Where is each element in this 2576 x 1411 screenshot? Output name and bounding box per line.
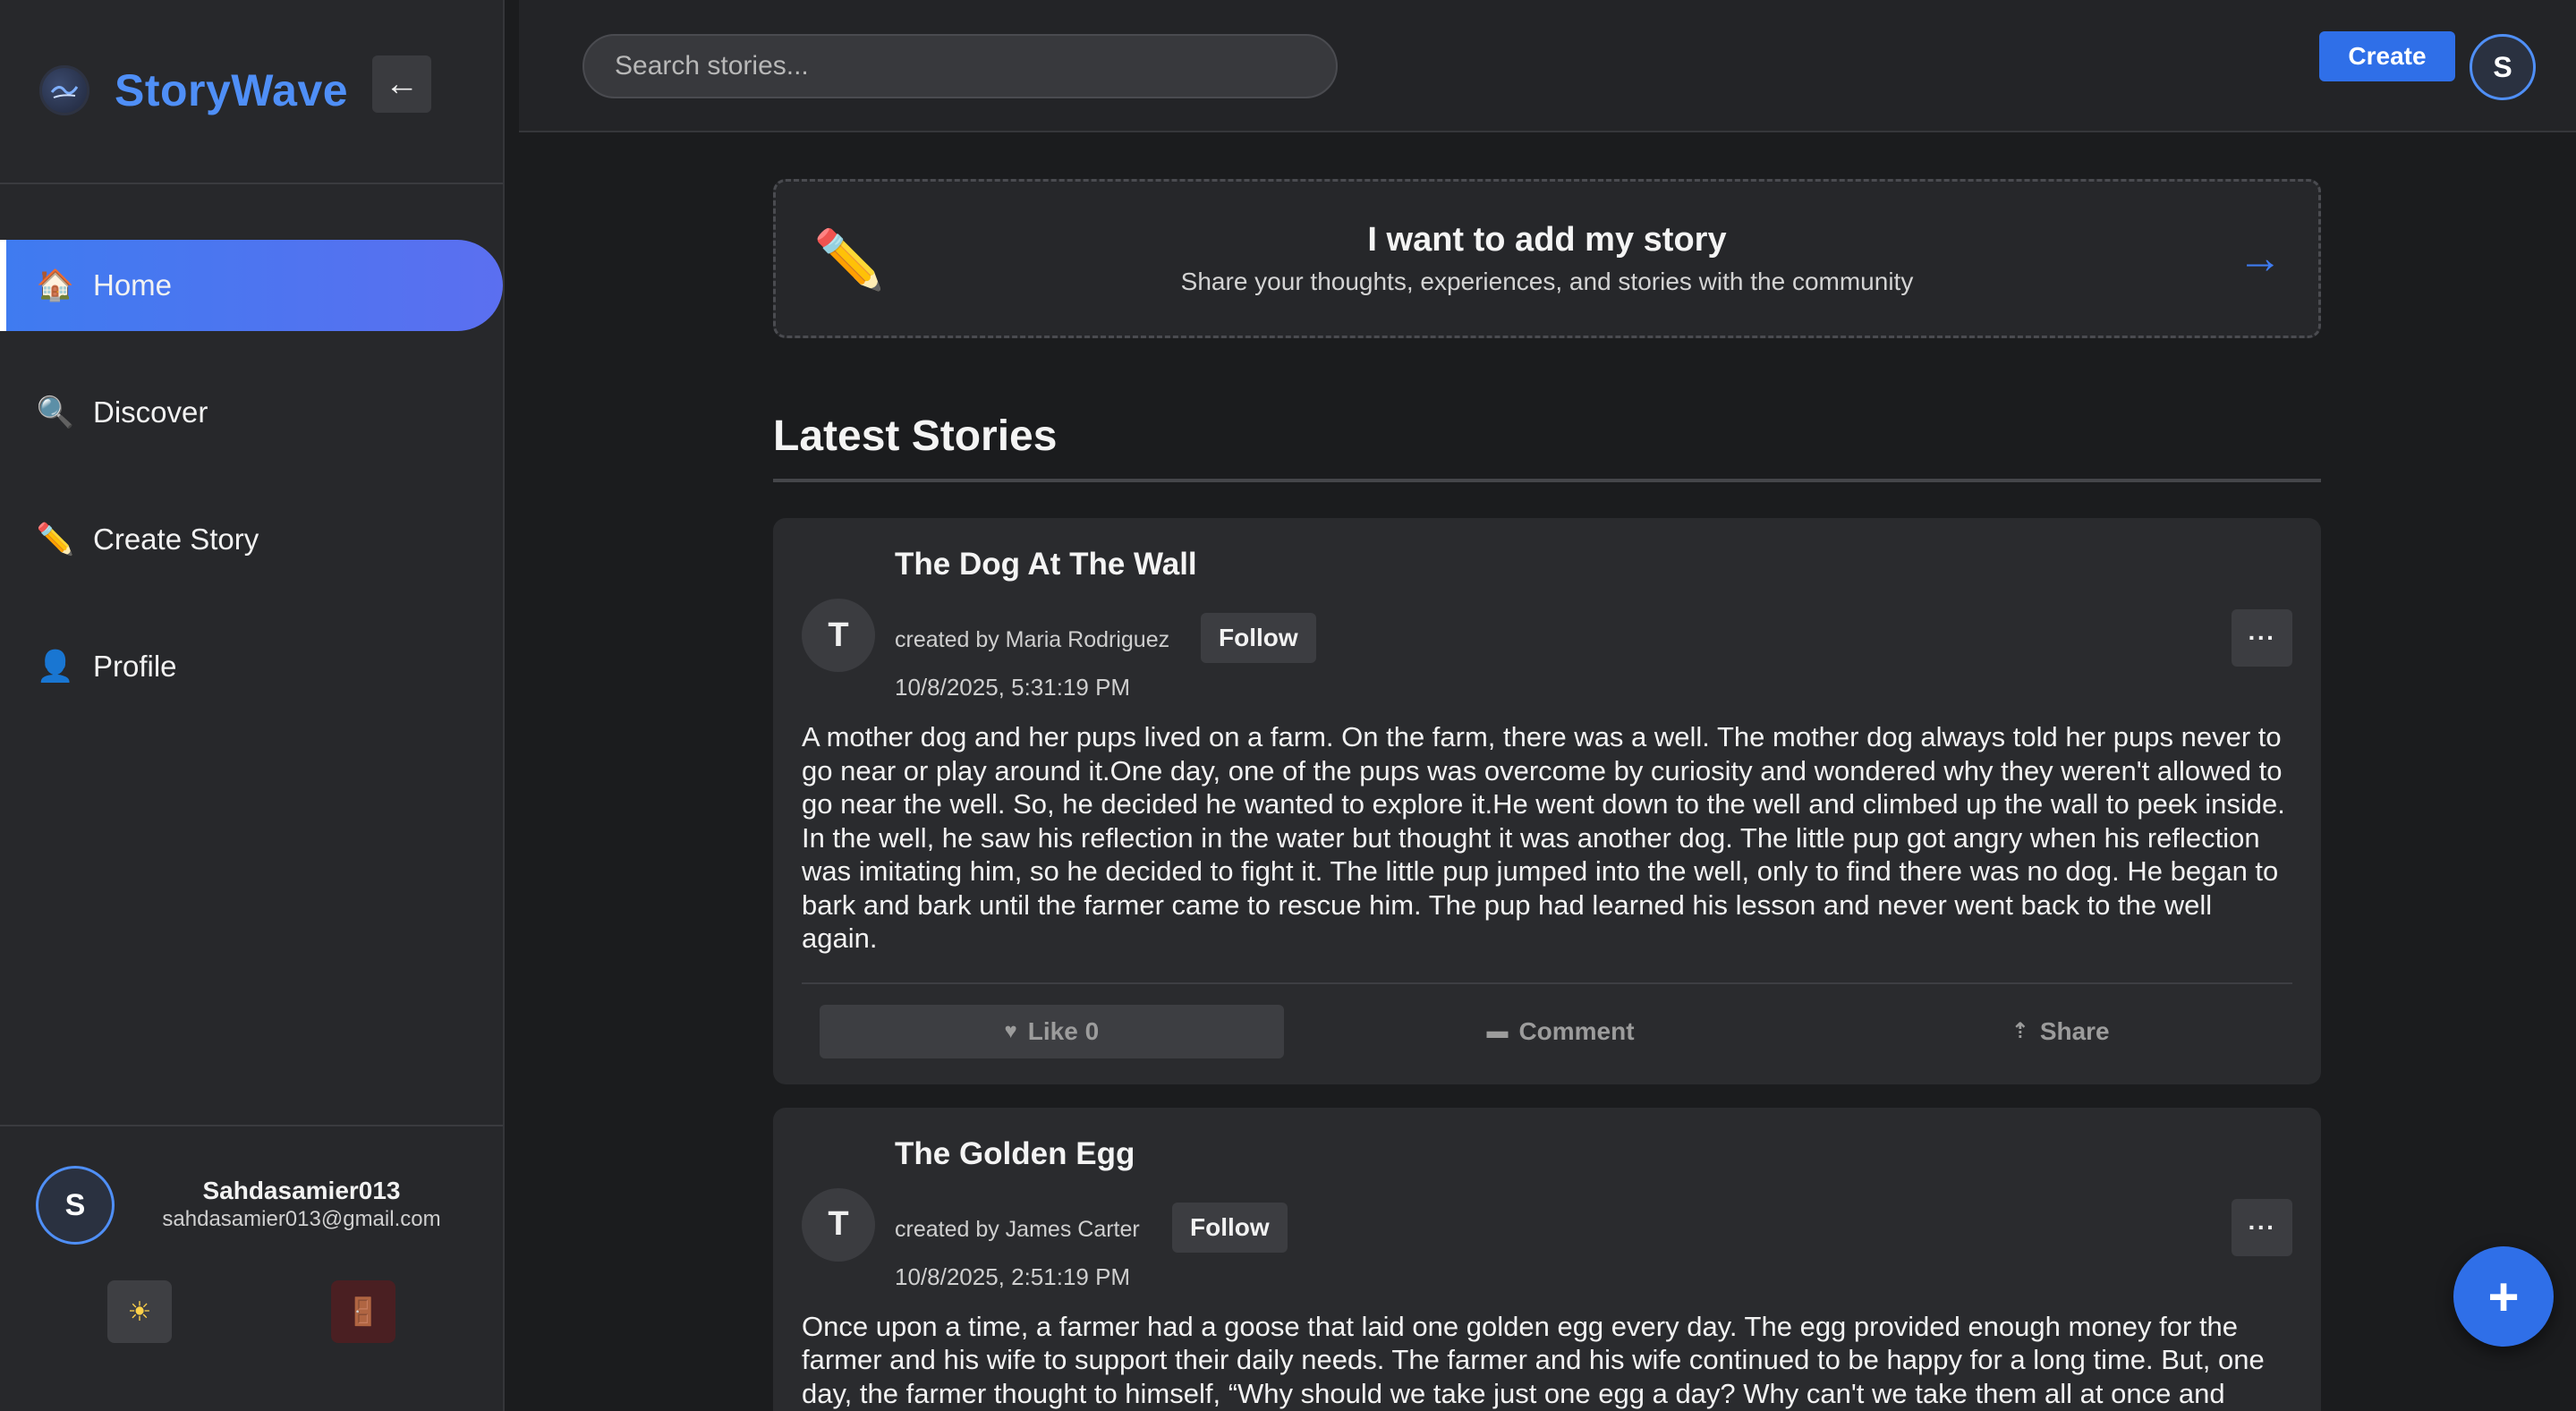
home-icon: 🏠: [36, 268, 75, 302]
story-body: Once upon a time, a farmer had a goose t…: [802, 1310, 2265, 1409]
heart-icon: ♥: [1004, 1018, 1017, 1043]
brand-header: StoryWave ←: [0, 0, 503, 184]
sidebar-item-label: Create Story: [93, 523, 259, 556]
user-avatar[interactable]: S: [36, 1166, 115, 1245]
follow-button[interactable]: Follow: [1201, 613, 1316, 663]
user-icon: 👤: [36, 650, 75, 684]
brand-name: StoryWave: [115, 65, 349, 115]
main-content: ✏️ I want to add my story Share your tho…: [773, 179, 2321, 1411]
arrow-left-icon: ←: [385, 64, 419, 103]
follow-button[interactable]: Follow: [1172, 1202, 1288, 1253]
sidebar-item-label: Profile: [93, 650, 177, 683]
add-story-banner[interactable]: ✏️ I want to add my story Share your tho…: [773, 179, 2321, 338]
user-panel: S Sahdasamier013 sahdasamier013@gmail.co…: [0, 1125, 503, 1411]
sidebar-item-profile[interactable]: 👤 Profile: [0, 621, 505, 712]
comment-button[interactable]: ▬ Comment: [1329, 1005, 1793, 1058]
sun-icon: ☀: [127, 1296, 152, 1327]
section-title: Latest Stories: [773, 412, 2321, 482]
avatar[interactable]: S: [2470, 34, 2536, 100]
more-options-button[interactable]: ···: [2232, 609, 2292, 667]
pencil-icon: ✏️: [36, 523, 75, 557]
user-name: Sahdasamier013: [202, 1177, 401, 1204]
story-title[interactable]: The Golden Egg: [895, 1136, 1135, 1172]
sidebar-item-label: Discover: [93, 395, 208, 429]
story-actions: ♥ Like 0 ▬ Comment ⇡ Share: [802, 982, 2292, 1058]
story-date: 10/8/2025, 5:31:19 PM: [895, 674, 1131, 701]
author-avatar[interactable]: T: [802, 1187, 875, 1262]
collapse-sidebar-button[interactable]: ←: [372, 55, 431, 113]
ellipsis-icon: ···: [2248, 624, 2276, 651]
sidebar-item-discover[interactable]: 🔍 Discover: [0, 367, 505, 458]
comment-label: Comment: [1518, 1016, 1635, 1045]
app-root: StoryWave ← 🏠 Home 🔍 Discover ✏️ Create …: [0, 0, 2576, 1411]
sidebar-item-label: Home: [93, 268, 173, 302]
floating-add-button[interactable]: +: [2453, 1246, 2554, 1347]
add-story-subtitle: Share your thoughts, experiences, and st…: [1180, 268, 1914, 295]
story-author: created by James Carter: [895, 1216, 1140, 1242]
story-card: T The Golden Egg created by James Carter…: [773, 1107, 2321, 1411]
add-story-title: I want to add my story: [1367, 221, 1727, 259]
story-card: T The Dog At The Wall created by Maria R…: [773, 518, 2321, 1084]
topbar: Create S: [519, 0, 2576, 132]
story-body: A mother dog and her pups lived on a far…: [802, 721, 2285, 954]
arrow-right-icon: →: [2238, 233, 2283, 283]
story-author: created by Maria Rodriguez: [895, 627, 1170, 652]
create-button[interactable]: Create: [2319, 31, 2455, 81]
story-date: 10/8/2025, 2:51:19 PM: [895, 1262, 1131, 1290]
story-header: T The Golden Egg created by James Carter…: [802, 1136, 2292, 1296]
wave-logo-icon: [39, 65, 89, 115]
more-options-button[interactable]: ···: [2232, 1198, 2292, 1256]
like-label: Like 0: [1027, 1016, 1100, 1045]
sidebar-nav: 🏠 Home 🔍 Discover ✏️ Create Story 👤 Prof…: [0, 240, 505, 748]
theme-toggle-button[interactable]: ☀: [107, 1280, 172, 1343]
share-icon: ⇡: [2011, 1019, 2029, 1043]
logout-button[interactable]: 🚪: [331, 1280, 395, 1343]
share-button[interactable]: ⇡ Share: [1828, 1005, 2292, 1058]
story-title[interactable]: The Dog At The Wall: [895, 547, 1197, 582]
magnifier-icon: 🔍: [36, 395, 75, 429]
share-label: Share: [2039, 1016, 2110, 1045]
door-icon: 🚪: [346, 1296, 380, 1327]
user-email: sahdasamier013@gmail.com: [162, 1207, 441, 1231]
ellipsis-icon: ···: [2248, 1212, 2276, 1241]
story-header: T The Dog At The Wall created by Maria R…: [802, 547, 2292, 706]
like-button[interactable]: ♥ Like 0: [820, 1004, 1284, 1058]
author-avatar[interactable]: T: [802, 599, 875, 672]
sidebar: StoryWave ← 🏠 Home 🔍 Discover ✏️ Create …: [0, 0, 505, 1411]
sidebar-item-home[interactable]: 🏠 Home: [0, 240, 503, 331]
comment-icon: ▬: [1486, 1018, 1509, 1043]
search-input[interactable]: [582, 34, 1338, 98]
sidebar-item-create-story[interactable]: ✏️ Create Story: [0, 494, 505, 585]
